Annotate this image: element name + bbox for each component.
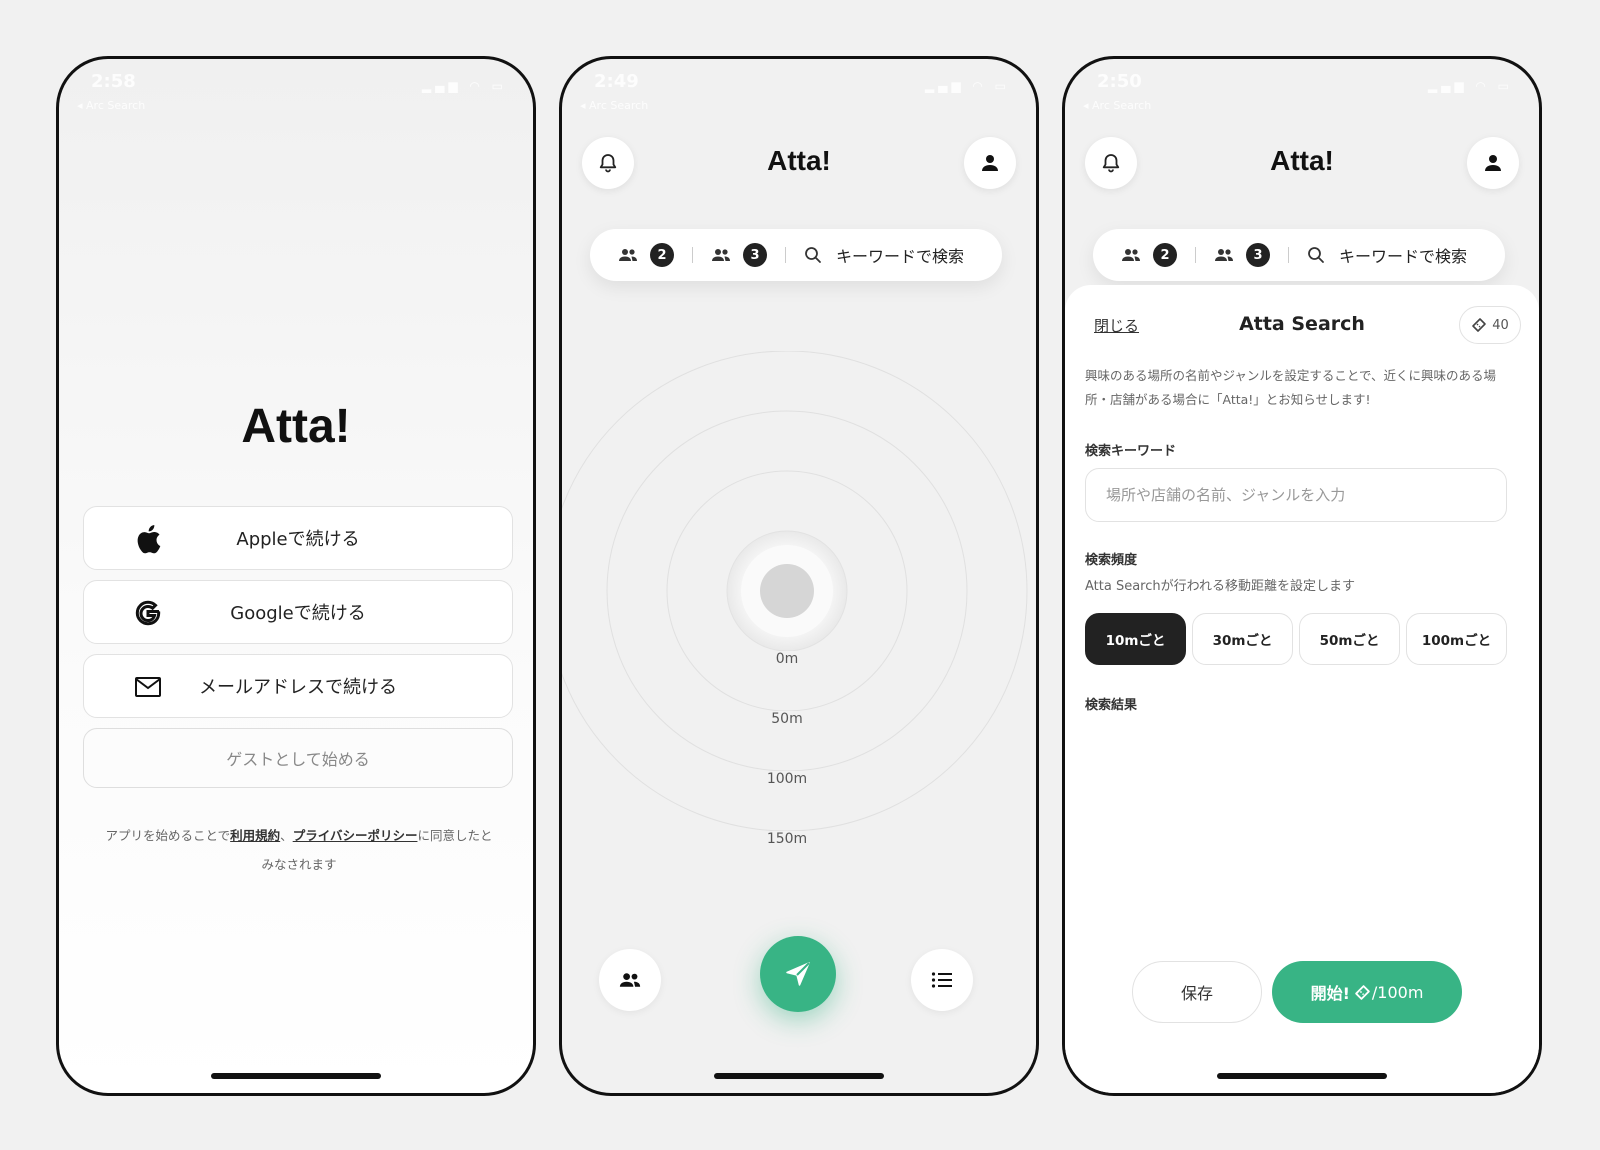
status-time: 2:50 [1097, 71, 1142, 92]
keyword-input[interactable] [1085, 468, 1507, 522]
start-cost: /100m [1371, 982, 1424, 1002]
list-icon [931, 972, 952, 988]
group-count-badge: 3 [743, 243, 767, 267]
frequency-options: 10mごと 30mごと 50mごと 100mごと [1085, 613, 1507, 665]
divider [1195, 247, 1196, 263]
terms-separator: 、 [280, 828, 293, 843]
filter-search-bar[interactable]: 2 3 キーワードで検索 [590, 229, 1002, 281]
group-filter-1[interactable]: 2 [1121, 243, 1177, 267]
continue-with-apple-button[interactable]: Appleで続ける [83, 506, 513, 570]
user-icon [982, 155, 998, 171]
navigation-arrow-icon [786, 962, 810, 986]
keyword-label: 検索キーワード [1085, 444, 1177, 459]
send-location-button[interactable] [760, 936, 836, 1012]
filter-search-bar[interactable]: 2 3 キーワードで検索 [1093, 229, 1505, 281]
start-search-button[interactable]: 開始! /100m [1272, 961, 1462, 1023]
group-filter-2[interactable]: 3 [711, 243, 767, 267]
search-placeholder: キーワードで検索 [1339, 247, 1468, 266]
group-filter-1[interactable]: 2 [618, 243, 674, 267]
divider [785, 247, 786, 263]
people-icon [1215, 249, 1233, 261]
google-button-label: Googleで続ける [230, 603, 366, 624]
profile-button[interactable] [964, 137, 1016, 189]
phone-radar-screen: 2:49 ◂ Arc Search ▂▄▆ ◠ ▭ Atta! 2 3 キーワー… [559, 56, 1039, 1096]
save-button[interactable]: 保存 [1132, 961, 1262, 1023]
search-icon [805, 247, 821, 263]
sheet-description: 興味のある場所の名前やジャンルを設定することで、近くに興味のある場所・店舗がある… [1085, 368, 1497, 407]
privacy-policy-link[interactable]: プライバシーポリシー [293, 828, 418, 843]
radar-label-0m: 0m [772, 651, 802, 667]
profile-button[interactable] [1467, 137, 1519, 189]
home-indicator[interactable] [211, 1073, 381, 1079]
continue-with-google-button[interactable]: Googleで続ける [83, 580, 513, 644]
status-time: 2:49 [594, 71, 639, 92]
terms-of-service-link[interactable]: 利用規約 [230, 828, 280, 843]
back-to-arc-search[interactable]: ◂ Arc Search [77, 99, 145, 112]
frequency-label: 検索頻度 [1085, 553, 1138, 568]
signal-wifi-battery-icon: ▂▄▆ ◠ ▭ [1427, 79, 1513, 93]
frequency-option-100m[interactable]: 100mごと [1406, 613, 1507, 665]
phone-login-screen: 2:58 ◂ Arc Search ▂▄▆ ◠ ▭ Atta! Appleで続け… [56, 56, 536, 1096]
google-icon [132, 597, 164, 629]
status-bar: 2:58 ◂ Arc Search ▂▄▆ ◠ ▭ [77, 71, 507, 112]
groups-button[interactable] [599, 949, 661, 1011]
atta-search-sheet: 閉じる Atta Search 40 興味のある場所の名前やジャンルを設定するこ… [1065, 285, 1539, 1093]
people-icon [1122, 249, 1140, 261]
signal-wifi-battery-icon: ▂▄▆ ◠ ▭ [924, 79, 1010, 93]
start-as-guest-button[interactable]: ゲストとして始める [83, 728, 513, 788]
list-button[interactable] [911, 949, 973, 1011]
back-to-arc-search[interactable]: ◂ Arc Search [580, 99, 648, 112]
keyword-search-trigger[interactable]: キーワードで検索 [1307, 243, 1467, 267]
radar-label-100m: 100m [763, 771, 811, 787]
radar-label-150m: 150m [763, 831, 811, 847]
home-indicator[interactable] [714, 1073, 884, 1079]
group-count-badge: 2 [1153, 243, 1177, 267]
ticket-icon [1472, 318, 1487, 332]
group-filter-2[interactable]: 3 [1214, 243, 1270, 267]
divider [1288, 247, 1289, 263]
home-indicator[interactable] [1217, 1073, 1387, 1079]
ticket-icon [1355, 984, 1370, 1000]
user-icon [1485, 155, 1501, 171]
people-icon [712, 249, 730, 261]
status-time: 2:58 [91, 71, 136, 92]
group-count-badge: 3 [1246, 243, 1270, 267]
divider [692, 247, 693, 263]
back-to-arc-search[interactable]: ◂ Arc Search [1083, 99, 1151, 112]
app-logo: Atta! [241, 400, 351, 453]
frequency-option-30m[interactable]: 30mごと [1192, 613, 1293, 665]
signal-wifi-battery-icon: ▂▄▆ ◠ ▭ [421, 79, 507, 93]
terms-suffix: に同意したと [417, 828, 493, 843]
continue-with-email-button[interactable]: メールアドレスで続ける [83, 654, 513, 718]
email-button-label: メールアドレスで続ける [199, 677, 397, 698]
terms-suffix-2: みなされます [261, 857, 337, 872]
keyword-search-trigger[interactable]: キーワードで検索 [804, 243, 964, 267]
apple-icon [132, 523, 164, 555]
mail-icon [132, 671, 164, 703]
terms-prefix: アプリを始めることで [105, 828, 231, 843]
radar-label-50m: 50m [768, 711, 806, 727]
frequency-description: Atta Searchが行われる移動距離を設定します [1085, 579, 1355, 594]
apple-button-label: Appleで続ける [236, 529, 360, 550]
group-count-badge: 2 [650, 243, 674, 267]
phone-atta-search-screen: 2:50 ◂ Arc Search ▂▄▆ ◠ ▭ Atta! 2 3 キーワー… [1062, 56, 1542, 1096]
results-label: 検索結果 [1085, 698, 1138, 713]
search-placeholder: キーワードで検索 [836, 247, 965, 266]
ticket-count: 40 [1492, 317, 1509, 333]
people-icon [619, 249, 637, 261]
search-icon [1308, 247, 1324, 263]
current-location-dot [760, 564, 814, 618]
status-bar: 2:50 ◂ Arc Search ▂▄▆ ◠ ▭ [1083, 71, 1513, 112]
start-label: 開始! [1310, 984, 1350, 1003]
radar-view: 0m 50m 100m 150m [562, 350, 1036, 847]
ticket-balance-badge[interactable]: 40 [1459, 306, 1521, 344]
frequency-option-50m[interactable]: 50mごと [1299, 613, 1400, 665]
terms-notice: アプリを始めることで利用規約、プライバシーポリシーに同意したと みなされます [83, 821, 515, 879]
frequency-option-10m[interactable]: 10mごと [1085, 613, 1186, 665]
people-icon [619, 973, 641, 987]
status-bar: 2:49 ◂ Arc Search ▂▄▆ ◠ ▭ [580, 71, 1010, 112]
